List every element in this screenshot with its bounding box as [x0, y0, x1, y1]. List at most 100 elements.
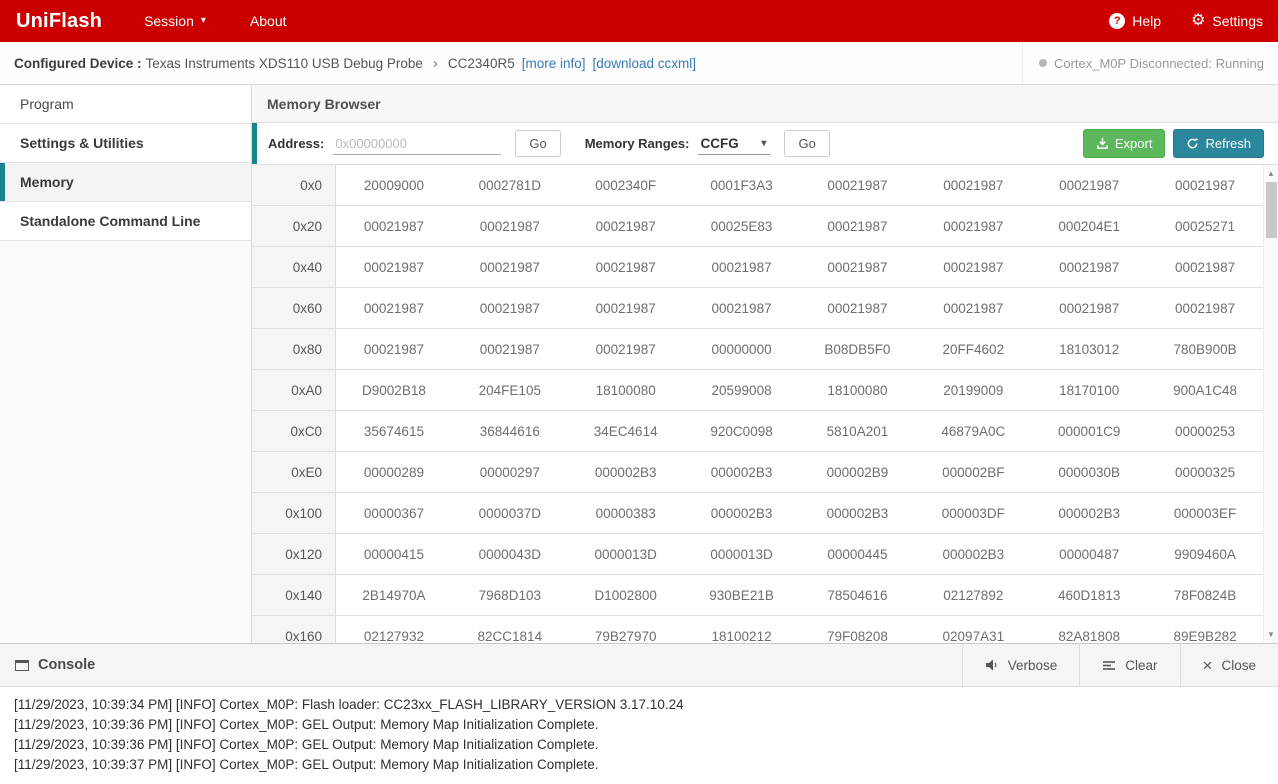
- memory-cell[interactable]: 00021987: [1147, 165, 1263, 205]
- memory-cell[interactable]: 36844616: [452, 411, 568, 451]
- memory-cell[interactable]: 000002B3: [800, 493, 916, 533]
- memory-cell[interactable]: 79B27970: [568, 616, 684, 643]
- memory-cell[interactable]: 0000043D: [452, 534, 568, 574]
- memory-cell[interactable]: 0000030B: [1031, 452, 1147, 492]
- menu-session[interactable]: Session ▾: [122, 0, 228, 42]
- memory-cell[interactable]: 02127892: [915, 575, 1031, 615]
- memory-cell[interactable]: D9002B18: [336, 370, 452, 410]
- memory-cell[interactable]: 78504616: [800, 575, 916, 615]
- memory-cell[interactable]: 18103012: [1031, 329, 1147, 369]
- clear-button[interactable]: Clear: [1079, 644, 1179, 686]
- memory-cell[interactable]: 780B900B: [1147, 329, 1263, 369]
- console-log-area[interactable]: [11/29/2023, 10:39:34 PM] [INFO] Cortex_…: [0, 687, 1278, 784]
- memory-cell[interactable]: 204FE105: [452, 370, 568, 410]
- memory-cell[interactable]: 000002B3: [684, 452, 800, 492]
- memory-cell[interactable]: 00021987: [452, 247, 568, 287]
- memory-cell[interactable]: 00021987: [915, 288, 1031, 328]
- memory-cell[interactable]: 930BE21B: [684, 575, 800, 615]
- memory-cell[interactable]: 0002340F: [568, 165, 684, 205]
- menu-about[interactable]: About: [228, 0, 309, 42]
- memory-cell[interactable]: 20FF4602: [915, 329, 1031, 369]
- sidebar-item[interactable]: Settings & Utilities: [0, 124, 251, 163]
- memory-cell[interactable]: 00000367: [336, 493, 452, 533]
- memory-cell[interactable]: 18100080: [800, 370, 916, 410]
- scroll-down-icon[interactable]: ▼: [1264, 627, 1278, 642]
- memory-cell[interactable]: 20009000: [336, 165, 452, 205]
- ranges-go-button[interactable]: Go: [784, 130, 829, 157]
- memory-cell[interactable]: 9909460A: [1147, 534, 1263, 574]
- memory-cell[interactable]: 00021987: [1031, 165, 1147, 205]
- memory-cell[interactable]: 0000013D: [568, 534, 684, 574]
- memory-cell[interactable]: 000003EF: [1147, 493, 1263, 533]
- memory-cell[interactable]: 00021987: [452, 288, 568, 328]
- memory-cell[interactable]: 00000415: [336, 534, 452, 574]
- sidebar-item[interactable]: Standalone Command Line: [0, 202, 251, 241]
- memory-ranges-select[interactable]: CCFG ▾: [698, 133, 770, 155]
- memory-cell[interactable]: 0001F3A3: [684, 165, 800, 205]
- memory-cell[interactable]: 00021987: [452, 206, 568, 246]
- memory-cell[interactable]: 000003DF: [915, 493, 1031, 533]
- memory-cell[interactable]: 46879A0C: [915, 411, 1031, 451]
- memory-cell[interactable]: 00025E83: [684, 206, 800, 246]
- sidebar-item[interactable]: Memory: [0, 163, 251, 202]
- memory-cell[interactable]: 00021987: [915, 247, 1031, 287]
- memory-cell[interactable]: 02127932: [336, 616, 452, 643]
- help-button[interactable]: ? Help: [1094, 13, 1176, 29]
- memory-cell[interactable]: 35674615: [336, 411, 452, 451]
- settings-button[interactable]: ⚙ Settings: [1176, 13, 1278, 29]
- memory-cell[interactable]: 00021987: [336, 206, 452, 246]
- more-info-link[interactable]: [more info]: [522, 56, 586, 71]
- memory-cell[interactable]: 00021987: [336, 288, 452, 328]
- memory-cell[interactable]: 00000253: [1147, 411, 1263, 451]
- memory-cell[interactable]: 79F08208: [800, 616, 916, 643]
- memory-cell[interactable]: 5810A201: [800, 411, 916, 451]
- memory-cell[interactable]: 000002B9: [800, 452, 916, 492]
- memory-cell[interactable]: 00000000: [684, 329, 800, 369]
- memory-cell[interactable]: B08DB5F0: [800, 329, 916, 369]
- memory-cell[interactable]: 0000037D: [452, 493, 568, 533]
- memory-cell[interactable]: 000002B3: [684, 493, 800, 533]
- address-go-button[interactable]: Go: [515, 130, 560, 157]
- memory-cell[interactable]: 00021987: [1031, 247, 1147, 287]
- memory-cell[interactable]: 000002B3: [1031, 493, 1147, 533]
- memory-cell[interactable]: 20199009: [915, 370, 1031, 410]
- refresh-button[interactable]: Refresh: [1173, 129, 1264, 158]
- memory-cell[interactable]: 00021987: [800, 247, 916, 287]
- memory-cell[interactable]: 00021987: [568, 247, 684, 287]
- vertical-scrollbar[interactable]: ▲ ▼: [1263, 165, 1278, 643]
- memory-cell[interactable]: 82CC1814: [452, 616, 568, 643]
- memory-cell[interactable]: 00021987: [915, 206, 1031, 246]
- memory-cell[interactable]: 00021987: [568, 206, 684, 246]
- memory-cell[interactable]: 00025271: [1147, 206, 1263, 246]
- memory-cell[interactable]: 000002BF: [915, 452, 1031, 492]
- memory-cell[interactable]: 18100080: [568, 370, 684, 410]
- memory-cell[interactable]: 00000297: [452, 452, 568, 492]
- memory-cell[interactable]: 00021987: [915, 165, 1031, 205]
- memory-cell[interactable]: 00021987: [684, 247, 800, 287]
- memory-cell[interactable]: 78F0824B: [1147, 575, 1263, 615]
- memory-cell[interactable]: 34EC4614: [568, 411, 684, 451]
- memory-cell[interactable]: 00000445: [800, 534, 916, 574]
- memory-cell[interactable]: 00021987: [684, 288, 800, 328]
- export-button[interactable]: Export: [1083, 129, 1166, 158]
- memory-cell[interactable]: 000002B3: [915, 534, 1031, 574]
- memory-cell[interactable]: 460D1813: [1031, 575, 1147, 615]
- memory-cell[interactable]: 00021987: [800, 165, 916, 205]
- address-input[interactable]: [333, 133, 501, 155]
- scroll-up-icon[interactable]: ▲: [1264, 166, 1278, 181]
- memory-cell[interactable]: 920C0098: [684, 411, 800, 451]
- memory-cell[interactable]: 00021987: [568, 288, 684, 328]
- memory-cell[interactable]: 900A1C48: [1147, 370, 1263, 410]
- memory-cell[interactable]: 0000013D: [684, 534, 800, 574]
- memory-cell[interactable]: D1002800: [568, 575, 684, 615]
- memory-cell[interactable]: 000204E1: [1031, 206, 1147, 246]
- memory-cell[interactable]: 00021987: [1031, 288, 1147, 328]
- memory-cell[interactable]: 00021987: [336, 247, 452, 287]
- memory-cell[interactable]: 00021987: [1147, 288, 1263, 328]
- memory-cell[interactable]: 0002781D: [452, 165, 568, 205]
- memory-cell[interactable]: 20599008: [684, 370, 800, 410]
- memory-cell[interactable]: 00021987: [336, 329, 452, 369]
- memory-cell[interactable]: 00000487: [1031, 534, 1147, 574]
- close-button[interactable]: × Close: [1180, 644, 1278, 686]
- memory-cell[interactable]: 18100212: [684, 616, 800, 643]
